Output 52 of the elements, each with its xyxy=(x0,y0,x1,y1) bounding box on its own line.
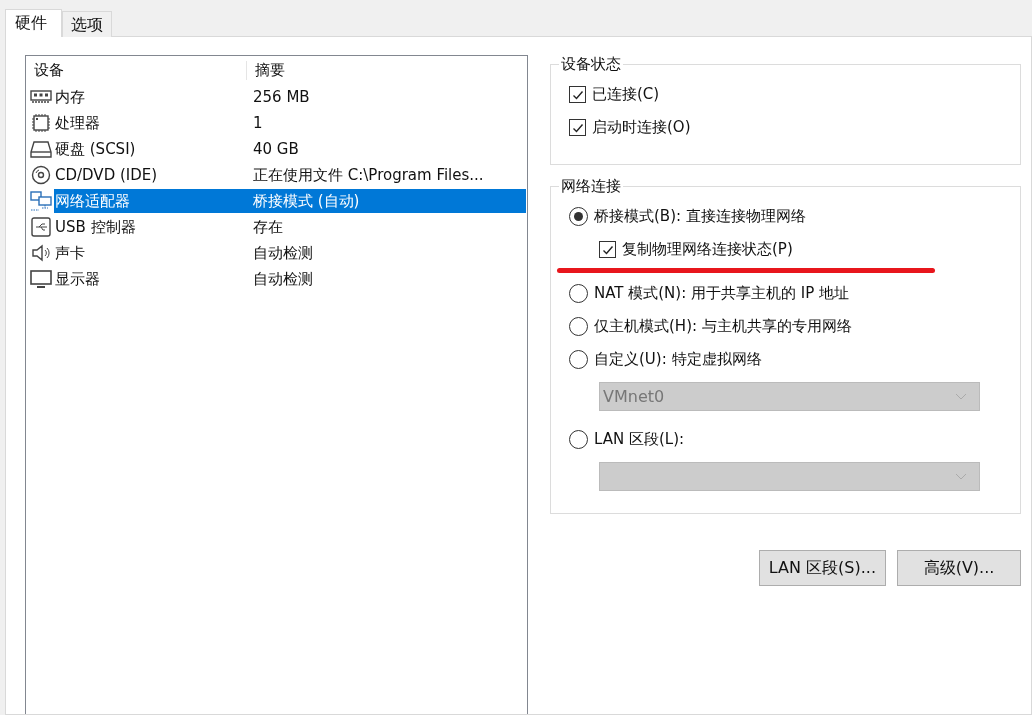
device-summary: 1 xyxy=(253,114,263,132)
device-row[interactable]: 硬盘 (SCSI) 40 GB xyxy=(54,137,526,161)
device-summary: 256 MB xyxy=(253,88,310,106)
radio-label[interactable]: LAN 区段(L): xyxy=(594,430,685,449)
device-row[interactable]: 网络适配器 桥接模式 (自动) xyxy=(54,189,526,213)
hard-drive-icon xyxy=(30,139,52,159)
device-row[interactable]: CD/DVD (IDE) 正在使用文件 C:\Program Files... xyxy=(54,163,526,187)
caret-icon xyxy=(955,472,967,481)
device-name: USB 控制器 xyxy=(54,217,137,237)
radio-label[interactable]: NAT 模式(N): 用于共享主机的 IP 地址 xyxy=(594,284,849,303)
checkbox-label[interactable]: 复制物理网络连接状态(P) xyxy=(622,240,793,259)
radio-label[interactable]: 自定义(U): 特定虚拟网络 xyxy=(594,350,762,369)
chip-icon xyxy=(30,113,52,133)
device-summary: 自动检测 xyxy=(253,243,313,263)
checkbox[interactable] xyxy=(569,119,586,136)
radio-label[interactable]: 仅主机模式(H): 与主机共享的专用网络 xyxy=(594,317,852,336)
device-summary: 40 GB xyxy=(253,140,299,158)
device-row[interactable]: 显示器 自动检测 xyxy=(54,267,526,291)
network-icon xyxy=(30,191,52,211)
checkbox[interactable] xyxy=(599,241,616,258)
group-title: 设备状态 xyxy=(560,55,622,74)
device-name: 处理器 xyxy=(54,113,101,133)
device-name: 声卡 xyxy=(54,243,86,263)
disc-icon xyxy=(30,165,52,185)
caret-icon xyxy=(955,392,967,401)
device-name: CD/DVD (IDE) xyxy=(54,166,159,184)
dialog-button[interactable]: 高级(V)... xyxy=(897,550,1021,586)
column-header[interactable]: 摘要 xyxy=(247,60,285,80)
device-name: 显示器 xyxy=(54,269,101,289)
device-row[interactable]: 内存 256 MB xyxy=(54,85,526,109)
radio-label[interactable]: 桥接模式(B): 直接连接物理网络 xyxy=(594,207,806,226)
usb-icon xyxy=(30,217,52,237)
dialog-button[interactable]: LAN 区段(S)... xyxy=(758,550,886,586)
checkbox-label[interactable]: 启动时连接(O) xyxy=(592,118,691,137)
checkbox-label[interactable]: 已连接(C) xyxy=(592,85,660,104)
device-row[interactable]: 声卡 自动检测 xyxy=(54,241,526,265)
checkbox[interactable] xyxy=(569,86,586,103)
speaker-icon xyxy=(30,243,52,263)
monitor-icon xyxy=(30,269,52,289)
device-row[interactable]: USB 控制器 存在 xyxy=(54,215,526,239)
column-header[interactable]: 设备 xyxy=(30,60,247,80)
tab[interactable]: 选项 xyxy=(62,11,112,37)
device-row[interactable]: 处理器 1 xyxy=(54,111,526,135)
device-name: 硬盘 (SCSI) xyxy=(54,139,137,159)
device-summary: 桥接模式 (自动) xyxy=(253,191,360,211)
tab[interactable]: 硬件 xyxy=(5,9,62,37)
device-summary: 正在使用文件 C:\Program Files... xyxy=(253,165,484,185)
device-summary: 自动检测 xyxy=(253,269,313,289)
device-name: 网络适配器 xyxy=(54,191,131,211)
device-name: 内存 xyxy=(54,87,86,107)
device-summary: 存在 xyxy=(253,217,283,237)
group-title: 网络连接 xyxy=(560,177,622,196)
